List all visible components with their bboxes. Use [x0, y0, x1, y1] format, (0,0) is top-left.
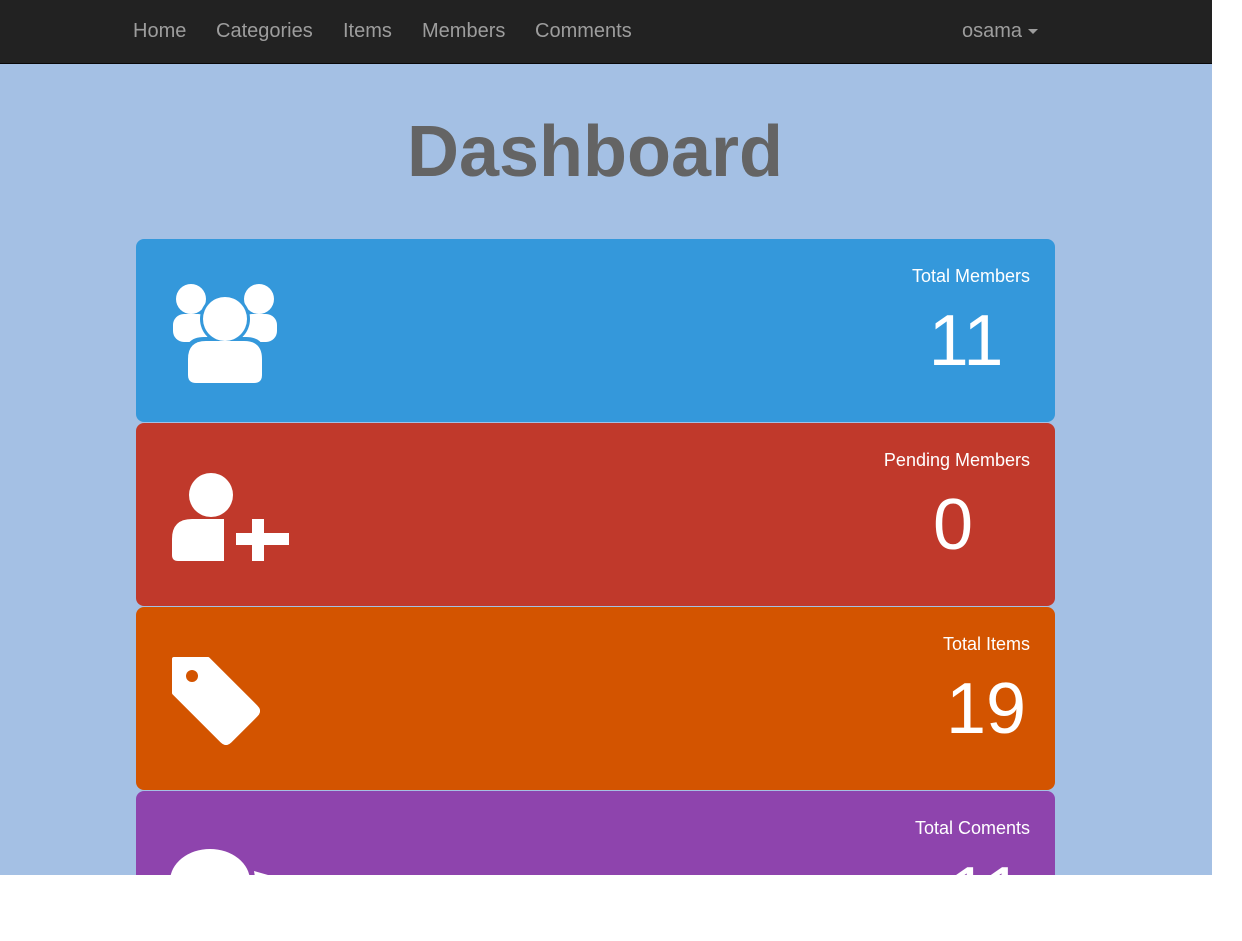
comment-icon	[170, 849, 268, 875]
top-navbar: Home Categories Items Members Comments o…	[0, 0, 1212, 64]
caret-down-icon	[1028, 29, 1039, 35]
stat-value: 11	[928, 301, 1004, 381]
stat-value: 0	[932, 485, 974, 565]
stat-card-total-comments[interactable]: Total Coments 11	[136, 791, 1055, 875]
stat-label: Pending Members	[883, 450, 1030, 470]
nav-link-comments[interactable]: Comments	[535, 19, 632, 43]
stat-card-total-items[interactable]: Total Items 19	[136, 607, 1055, 790]
stat-value: 11	[946, 853, 1026, 875]
nav-link-home[interactable]: Home	[133, 19, 186, 43]
stat-card-total-members[interactable]: Total Members 11	[136, 239, 1055, 422]
stat-label: Total Members	[911, 266, 1030, 286]
nav-link-members[interactable]: Members	[422, 19, 505, 43]
nav-link-items[interactable]: Items	[343, 19, 392, 43]
stat-label: Total Coments	[914, 818, 1030, 838]
tag-icon	[172, 657, 260, 745]
nav-link-categories[interactable]: Categories	[216, 19, 313, 43]
page-title: Dashboard	[406, 112, 784, 192]
stat-card-pending-members[interactable]: Pending Members 0	[136, 423, 1055, 606]
stat-value: 19	[946, 669, 1027, 749]
user-plus-icon	[172, 473, 290, 563]
users-icon	[173, 284, 277, 383]
user-name: osama	[962, 20, 1023, 42]
user-menu-dropdown[interactable]: osama	[962, 19, 1039, 43]
app-viewport: Home Categories Items Members Comments o…	[0, 0, 1212, 875]
stat-label: Total Items	[942, 634, 1030, 654]
